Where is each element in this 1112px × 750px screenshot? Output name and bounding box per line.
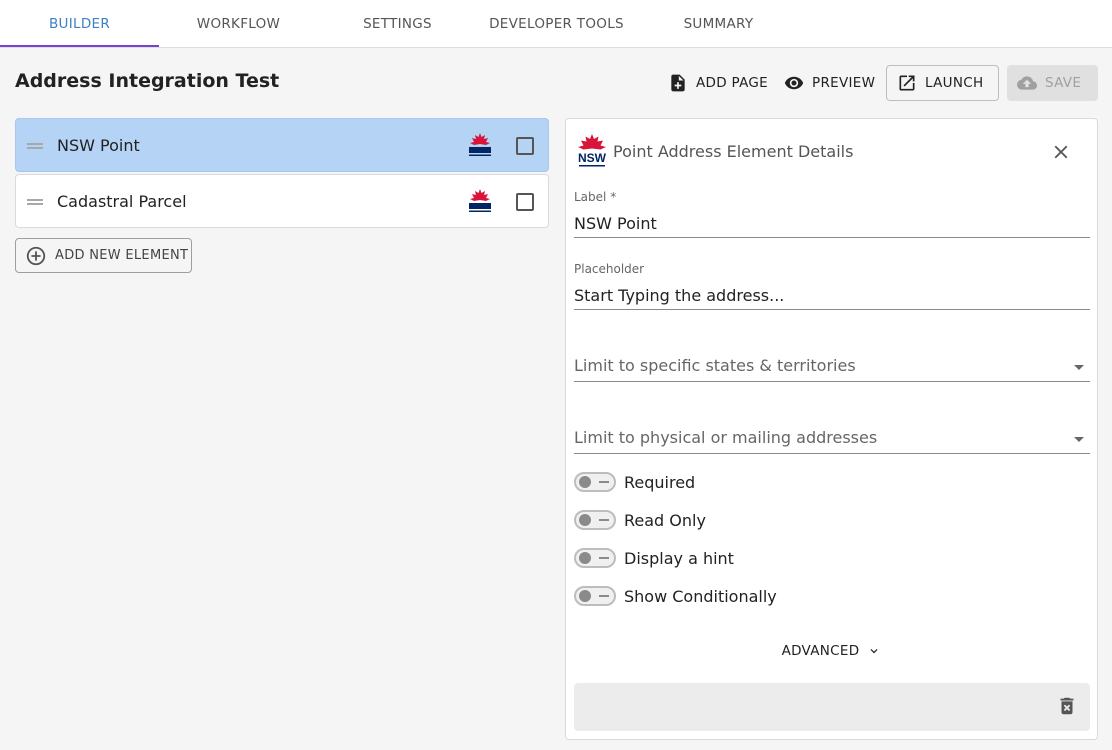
panel-action-bar	[574, 683, 1090, 731]
address-type-select-placeholder: Limit to physical or mailing addresses	[574, 428, 878, 447]
add-page-button[interactable]: ADD PAGE	[658, 65, 778, 101]
label-input[interactable]	[574, 210, 1090, 238]
show-conditionally-label: Show Conditionally	[624, 586, 777, 606]
dropdown-arrow-icon	[1074, 365, 1084, 370]
element-label: Cadastral Parcel	[57, 191, 187, 211]
display-hint-label: Display a hint	[624, 548, 734, 568]
panel-title: Point Address Element Details	[613, 142, 854, 161]
drag-handle-icon[interactable]	[27, 199, 43, 205]
element-checkbox[interactable]	[516, 137, 534, 155]
element-label: NSW Point	[57, 135, 140, 155]
display-hint-toggle-row: Display a hint	[574, 546, 734, 570]
read-only-label: Read Only	[624, 510, 706, 530]
active-tab-indicator	[0, 45, 159, 47]
launch-button[interactable]: LAUNCH	[886, 65, 999, 101]
required-toggle-row: Required	[574, 470, 695, 494]
drag-handle-icon[interactable]	[27, 143, 43, 149]
nsw-logo-icon	[469, 133, 491, 156]
note-add-icon	[671, 74, 685, 92]
states-territories-select[interactable]: Limit to specific states & territories	[574, 354, 1090, 382]
close-icon[interactable]	[1050, 141, 1072, 163]
add-circle-outline-icon	[26, 246, 46, 265]
element-checkbox[interactable]	[516, 193, 534, 211]
chevron-down-icon	[870, 649, 878, 654]
tab-bar: BUILDER WORKFLOW SETTINGS DEVELOPER TOOL…	[0, 0, 1112, 48]
preview-label: PREVIEW	[812, 75, 876, 91]
dropdown-arrow-icon	[1074, 437, 1084, 442]
delete-forever-icon[interactable]	[1056, 695, 1078, 717]
open-in-new-icon	[899, 75, 915, 91]
eye-icon	[784, 76, 804, 90]
show-conditionally-toggle-row: Show Conditionally	[574, 584, 777, 608]
add-new-element-button[interactable]: ADD NEW ELEMENT	[15, 238, 192, 273]
save-label: SAVE	[1045, 75, 1082, 91]
placeholder-input[interactable]	[574, 282, 1090, 310]
element-details-panel: NSW Point Address Element Details Label …	[565, 118, 1098, 740]
read-only-toggle-row: Read Only	[574, 508, 706, 532]
add-new-element-label: ADD NEW ELEMENT	[55, 248, 189, 263]
cloud-upload-icon	[1017, 76, 1037, 90]
element-item-nsw-point[interactable]: NSW Point	[15, 118, 549, 172]
nsw-logo-icon: NSW	[578, 134, 607, 167]
preview-button[interactable]: PREVIEW	[774, 65, 885, 101]
nsw-logo-text: NSW	[578, 151, 607, 165]
label-field-label: Label *	[574, 190, 617, 204]
read-only-toggle[interactable]	[574, 510, 616, 530]
tab-settings[interactable]: SETTINGS	[318, 0, 477, 48]
save-button[interactable]: SAVE	[1007, 65, 1098, 101]
advanced-label: ADVANCED	[781, 643, 860, 659]
nsw-logo-icon	[469, 189, 491, 212]
tab-builder[interactable]: BUILDER	[0, 0, 159, 48]
required-label: Required	[624, 472, 696, 492]
tab-developer-tools[interactable]: DEVELOPER TOOLS	[477, 0, 636, 48]
add-page-label: ADD PAGE	[696, 75, 768, 91]
placeholder-field-label: Placeholder	[574, 262, 645, 276]
required-toggle[interactable]	[574, 472, 616, 492]
address-type-select[interactable]: Limit to physical or mailing addresses	[574, 426, 1090, 454]
advanced-toggle-button[interactable]: ADVANCED	[566, 639, 1097, 663]
element-item-cadastral-parcel[interactable]: Cadastral Parcel	[15, 174, 549, 228]
display-hint-toggle[interactable]	[574, 548, 616, 568]
launch-label: LAUNCH	[925, 75, 984, 91]
show-conditionally-toggle[interactable]	[574, 586, 616, 606]
tab-summary[interactable]: SUMMARY	[639, 0, 798, 48]
states-select-placeholder: Limit to specific states & territories	[574, 356, 856, 375]
tab-workflow[interactable]: WORKFLOW	[159, 0, 318, 48]
page-title: Address Integration Test	[15, 70, 280, 92]
